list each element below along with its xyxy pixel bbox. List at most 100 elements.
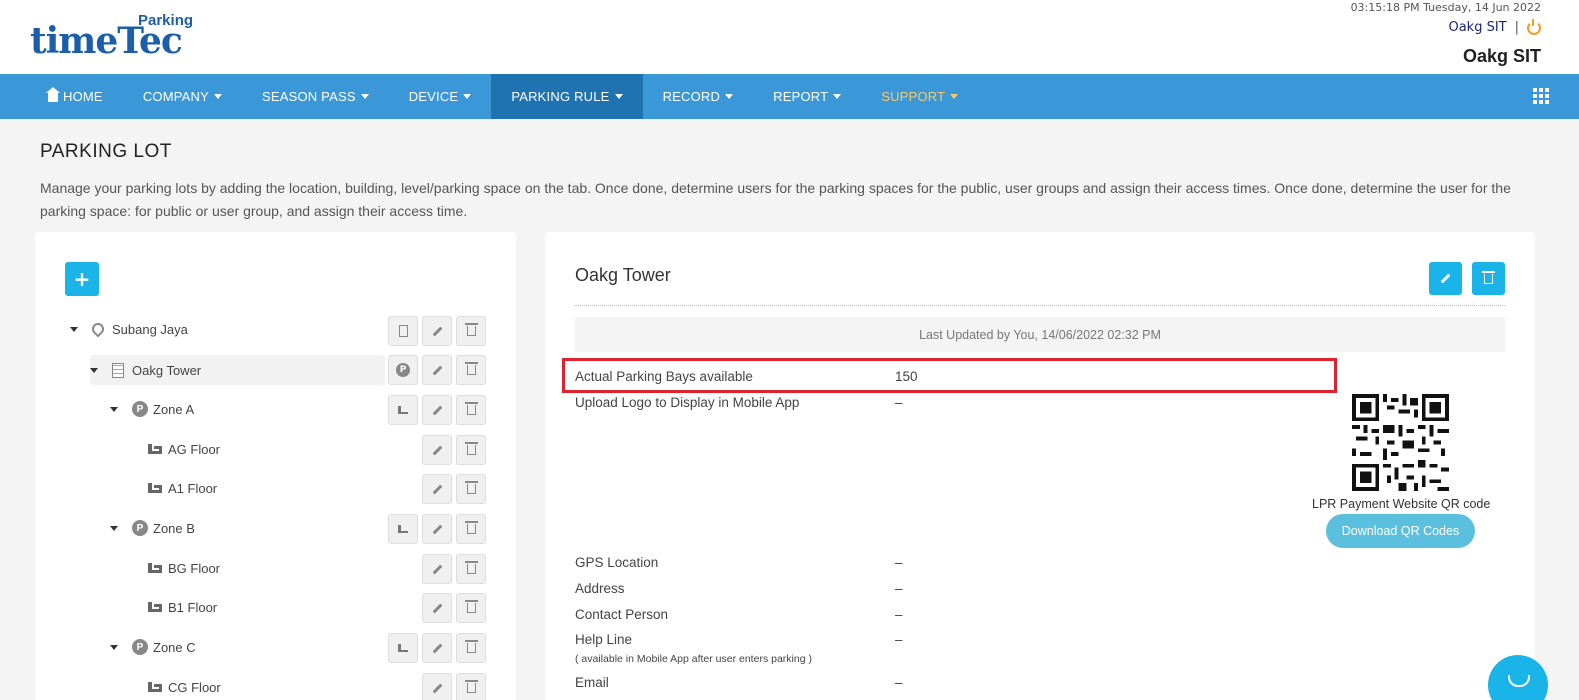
trash-icon: [464, 561, 478, 574]
pencil-icon: [1440, 273, 1451, 284]
caret-down-icon: [833, 94, 842, 99]
chat-support-icon[interactable]: [1488, 655, 1548, 700]
edit-button[interactable]: [422, 474, 452, 504]
pencil-icon: [432, 405, 442, 415]
delete-button[interactable]: [456, 554, 486, 584]
pencil-icon: [432, 445, 442, 455]
edit-button[interactable]: [422, 355, 452, 385]
pencil-icon: [432, 643, 442, 653]
trash-icon: [464, 680, 478, 693]
tree-item-label: A1 Floor: [168, 480, 218, 496]
nav-parking-rule-label: PARKING RULE: [511, 89, 610, 104]
tree-item-zone-a[interactable]: P Zone A: [110, 394, 194, 424]
tree-item-ag-floor[interactable]: AG Floor: [148, 434, 220, 464]
detail-title: Oakg Tower: [575, 265, 671, 285]
contact-person-value: –: [895, 607, 903, 622]
delete-button[interactable]: [456, 514, 486, 544]
edit-button[interactable]: [422, 673, 452, 700]
collapse-caret-icon[interactable]: [110, 406, 118, 412]
stairs-icon: [148, 682, 162, 692]
stairs-icon: [398, 406, 408, 414]
edit-button[interactable]: [422, 316, 452, 346]
tree-item-zone-b[interactable]: P Zone B: [110, 513, 195, 543]
edit-button[interactable]: [422, 514, 452, 544]
trash-icon: [464, 362, 478, 375]
tree-item-b1-floor[interactable]: B1 Floor: [148, 592, 217, 622]
tree-item-oakg-tower[interactable]: Oakg Tower: [90, 355, 385, 385]
email-label: Email: [575, 675, 609, 690]
tree-item-label: B1 Floor: [168, 599, 218, 615]
address-value: –: [895, 581, 903, 596]
qr-code-image: [1352, 394, 1449, 491]
nav-record-label: RECORD: [662, 89, 721, 104]
add-building-button[interactable]: [388, 316, 418, 346]
qr-code-label: LPR Payment Website QR code: [1312, 497, 1491, 511]
collapse-caret-icon[interactable]: [110, 525, 118, 531]
stairs-icon: [148, 602, 162, 612]
tree-item-zone-c[interactable]: P Zone C: [110, 632, 196, 662]
edit-building-button[interactable]: [1429, 262, 1462, 295]
nav-device[interactable]: DEVICE: [389, 74, 492, 119]
parking-lot-tree-panel: + Subang Jaya Oakg Tower P P Zone A AG F…: [35, 232, 516, 700]
add-zone-button[interactable]: P: [388, 355, 418, 385]
stairs-icon: [148, 563, 162, 573]
nav-company[interactable]: COMPANY: [123, 74, 242, 119]
nav-home-label: HOME: [63, 89, 103, 104]
tree-item-label: CG Floor: [168, 679, 221, 695]
add-floor-button[interactable]: [388, 633, 418, 663]
delete-button[interactable]: [456, 474, 486, 504]
add-floor-button[interactable]: [388, 395, 418, 425]
trash-icon: [464, 481, 478, 494]
tree-item-label: AG Floor: [168, 441, 221, 457]
parking-bays-label: Actual Parking Bays available: [575, 369, 753, 384]
download-qr-codes-button[interactable]: Download QR Codes: [1326, 514, 1475, 548]
page-description: Manage your parking lots by adding the l…: [40, 180, 1511, 219]
tree-item-bg-floor[interactable]: BG Floor: [148, 553, 220, 583]
tree-item-label: Zone C: [153, 639, 196, 655]
delete-button[interactable]: [456, 435, 486, 465]
nav-device-label: DEVICE: [408, 89, 459, 104]
nav-season-pass[interactable]: SEASON PASS: [242, 74, 389, 119]
delete-button[interactable]: [456, 355, 486, 385]
nav-season-pass-label: SEASON PASS: [261, 89, 356, 104]
building-icon: [112, 362, 124, 378]
trash-icon: [464, 323, 478, 336]
add-location-button[interactable]: +: [65, 262, 99, 296]
edit-button[interactable]: [422, 554, 452, 584]
edit-button[interactable]: [422, 633, 452, 663]
help-line-value: –: [895, 632, 903, 647]
nav-support[interactable]: SUPPORT: [861, 74, 978, 119]
collapse-caret-icon[interactable]: [90, 367, 98, 373]
trash-icon: [464, 640, 478, 653]
apps-grid-icon[interactable]: [1533, 88, 1549, 104]
tree-item-label: BG Floor: [168, 560, 221, 576]
logout-power-icon[interactable]: [1527, 18, 1541, 35]
delete-button[interactable]: [456, 673, 486, 700]
delete-button[interactable]: [456, 593, 486, 623]
pencil-icon: [432, 603, 442, 613]
user-name-link[interactable]: Oakg SIT: [1448, 20, 1506, 35]
delete-button[interactable]: [456, 395, 486, 425]
collapse-caret-icon[interactable]: [110, 644, 118, 650]
nav-home[interactable]: HOME: [0, 74, 123, 119]
timetec-parking-logo[interactable]: timeTec Parking: [30, 12, 205, 62]
add-floor-button[interactable]: [388, 514, 418, 544]
nav-report[interactable]: REPORT: [753, 74, 861, 119]
pencil-icon: [432, 683, 442, 693]
edit-button[interactable]: [422, 395, 452, 425]
tree-item-a1-floor[interactable]: A1 Floor: [148, 473, 217, 503]
nav-parking-rule[interactable]: PARKING RULE: [491, 74, 643, 119]
delete-button[interactable]: [456, 316, 486, 346]
nav-record[interactable]: RECORD: [643, 74, 754, 119]
tree-item-subang-jaya[interactable]: Subang Jaya: [70, 314, 385, 344]
collapse-caret-icon[interactable]: [70, 326, 78, 332]
delete-building-button[interactable]: [1472, 262, 1505, 295]
company-name: Oakg SIT: [1462, 46, 1541, 66]
edit-button[interactable]: [422, 435, 452, 465]
trash-icon: [1482, 270, 1495, 284]
caret-down-icon: [614, 94, 623, 99]
edit-button[interactable]: [422, 593, 452, 623]
parking-p-icon: P: [132, 520, 148, 536]
delete-button[interactable]: [456, 633, 486, 663]
tree-item-cg-floor[interactable]: CG Floor: [148, 672, 221, 700]
